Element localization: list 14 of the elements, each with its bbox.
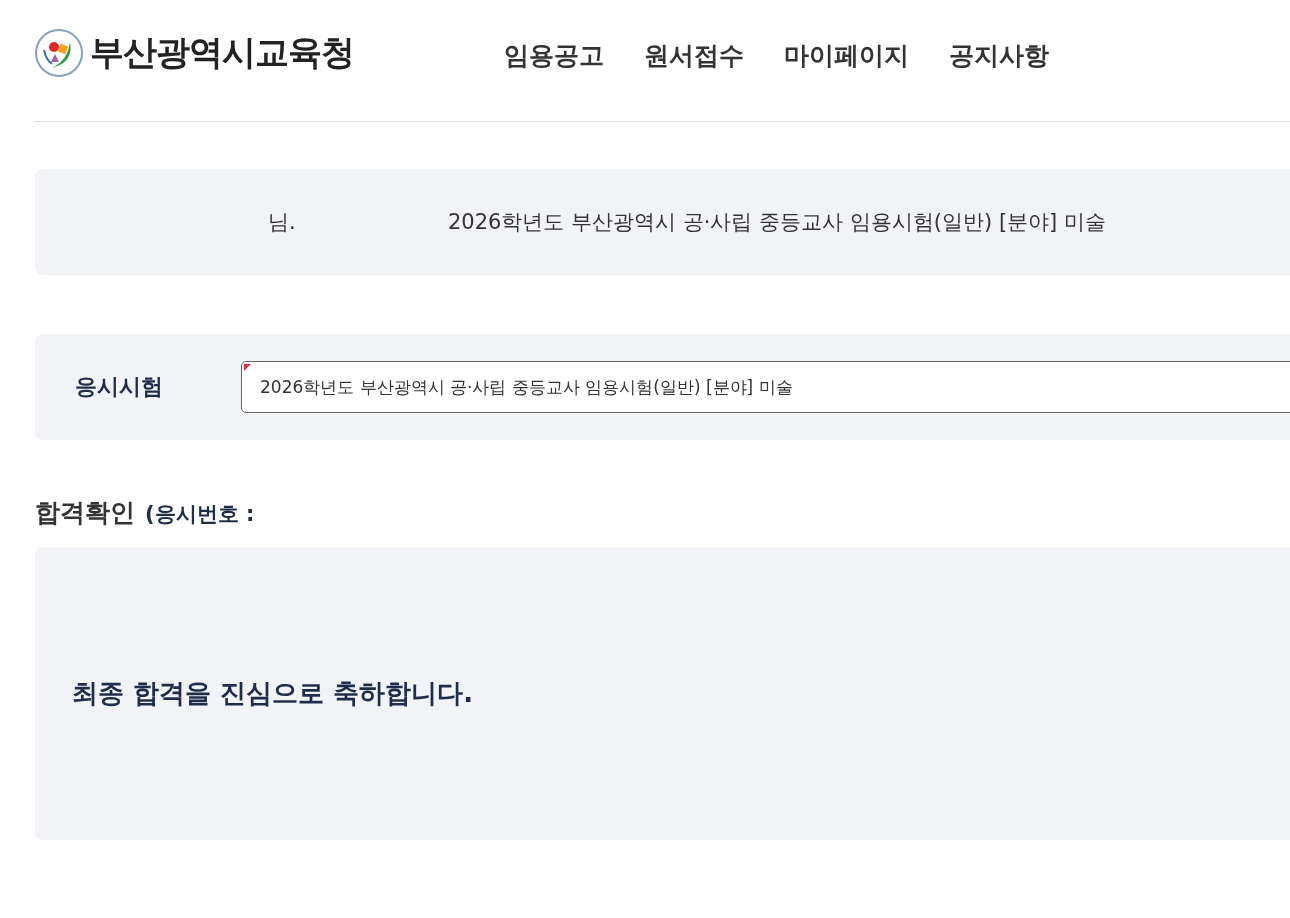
- applicant-number-label: (응시번호 :: [145, 501, 255, 528]
- nav-link[interactable]: 원서접수: [644, 39, 744, 72]
- result-message: 최종 합격을 진심으로 축하합니다.: [72, 677, 474, 710]
- greeting-text: 님.: [268, 209, 297, 236]
- emblem-icon: [34, 27, 84, 78]
- exam-title: 2026학년도 부산광역시 공·사립 중등교사 임용시험(일반) [분야] 미술: [448, 209, 1106, 236]
- nav-link[interactable]: 임용공고: [504, 39, 604, 72]
- field-label: 응시시험: [75, 373, 164, 401]
- nav-link[interactable]: 공지사항: [949, 39, 1049, 72]
- exam-field[interactable]: 2026학년도 부산광역시 공·사립 중등교사 임용시험(일반) [분야] 미술: [241, 361, 1290, 413]
- section-heading: 합격확인: [35, 497, 135, 529]
- nav-link[interactable]: 마이페이지: [784, 39, 909, 72]
- marker-icon: [244, 364, 251, 371]
- site-logo-text[interactable]: 부산광역시교육청: [90, 29, 354, 76]
